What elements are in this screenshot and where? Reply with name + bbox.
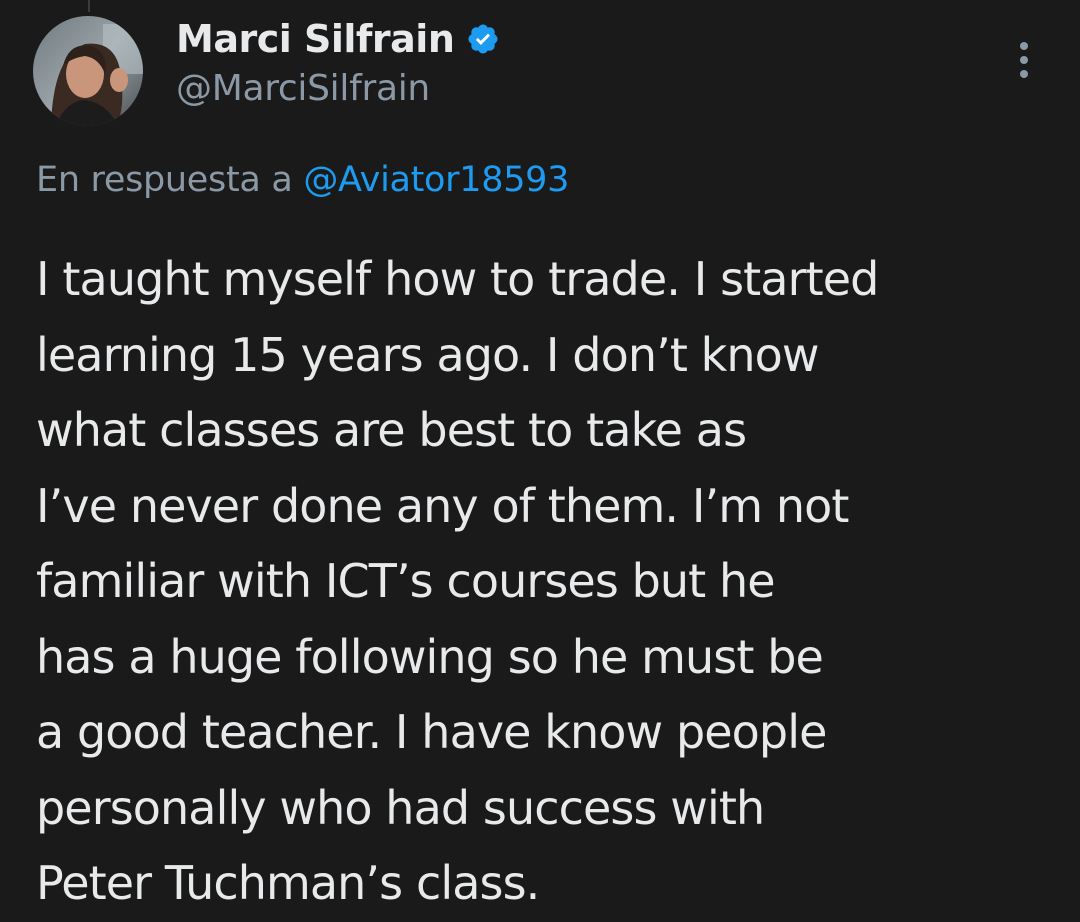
thread-connector-line: [88, 0, 90, 12]
reply-prefix: En respuesta a: [36, 160, 293, 200]
avatar[interactable]: [33, 16, 143, 126]
tweet-text: I taught myself how to trade. I started …: [36, 242, 1066, 922]
tweet-header: Marci Silfrain @MarciSilfrain: [176, 14, 500, 109]
reply-mention-link[interactable]: @Aviator18593: [303, 160, 569, 200]
author-name-row[interactable]: Marci Silfrain: [176, 14, 500, 64]
tweet-text-line: learning 15 years ago. I don’t know: [36, 327, 820, 382]
author-handle[interactable]: @MarciSilfrain: [176, 68, 500, 109]
tweet-text-line: has a huge following so he must be: [36, 629, 824, 684]
tweet-text-line: a good teacher. I have know people: [36, 705, 827, 759]
more-options-icon[interactable]: [1002, 38, 1046, 82]
reply-context: En respuesta a @Aviator18593: [36, 160, 569, 200]
author-display-name[interactable]: Marci Silfrain: [176, 17, 455, 61]
tweet-text-line: personally who had success with: [36, 780, 765, 835]
avatar-image: [33, 16, 143, 126]
tweet-text-line: familiar with ICT’s courses but he: [36, 554, 776, 608]
verified-badge-icon: [466, 22, 500, 56]
tweet-text-line: Peter Tuchman’s class.: [36, 856, 540, 910]
tweet-text-line: what classes are best to take as: [36, 403, 747, 457]
tweet-text-line: I’ve never done any of them. I’m not: [36, 478, 849, 533]
tweet-text-line: I taught myself how to trade. I started: [36, 252, 879, 306]
